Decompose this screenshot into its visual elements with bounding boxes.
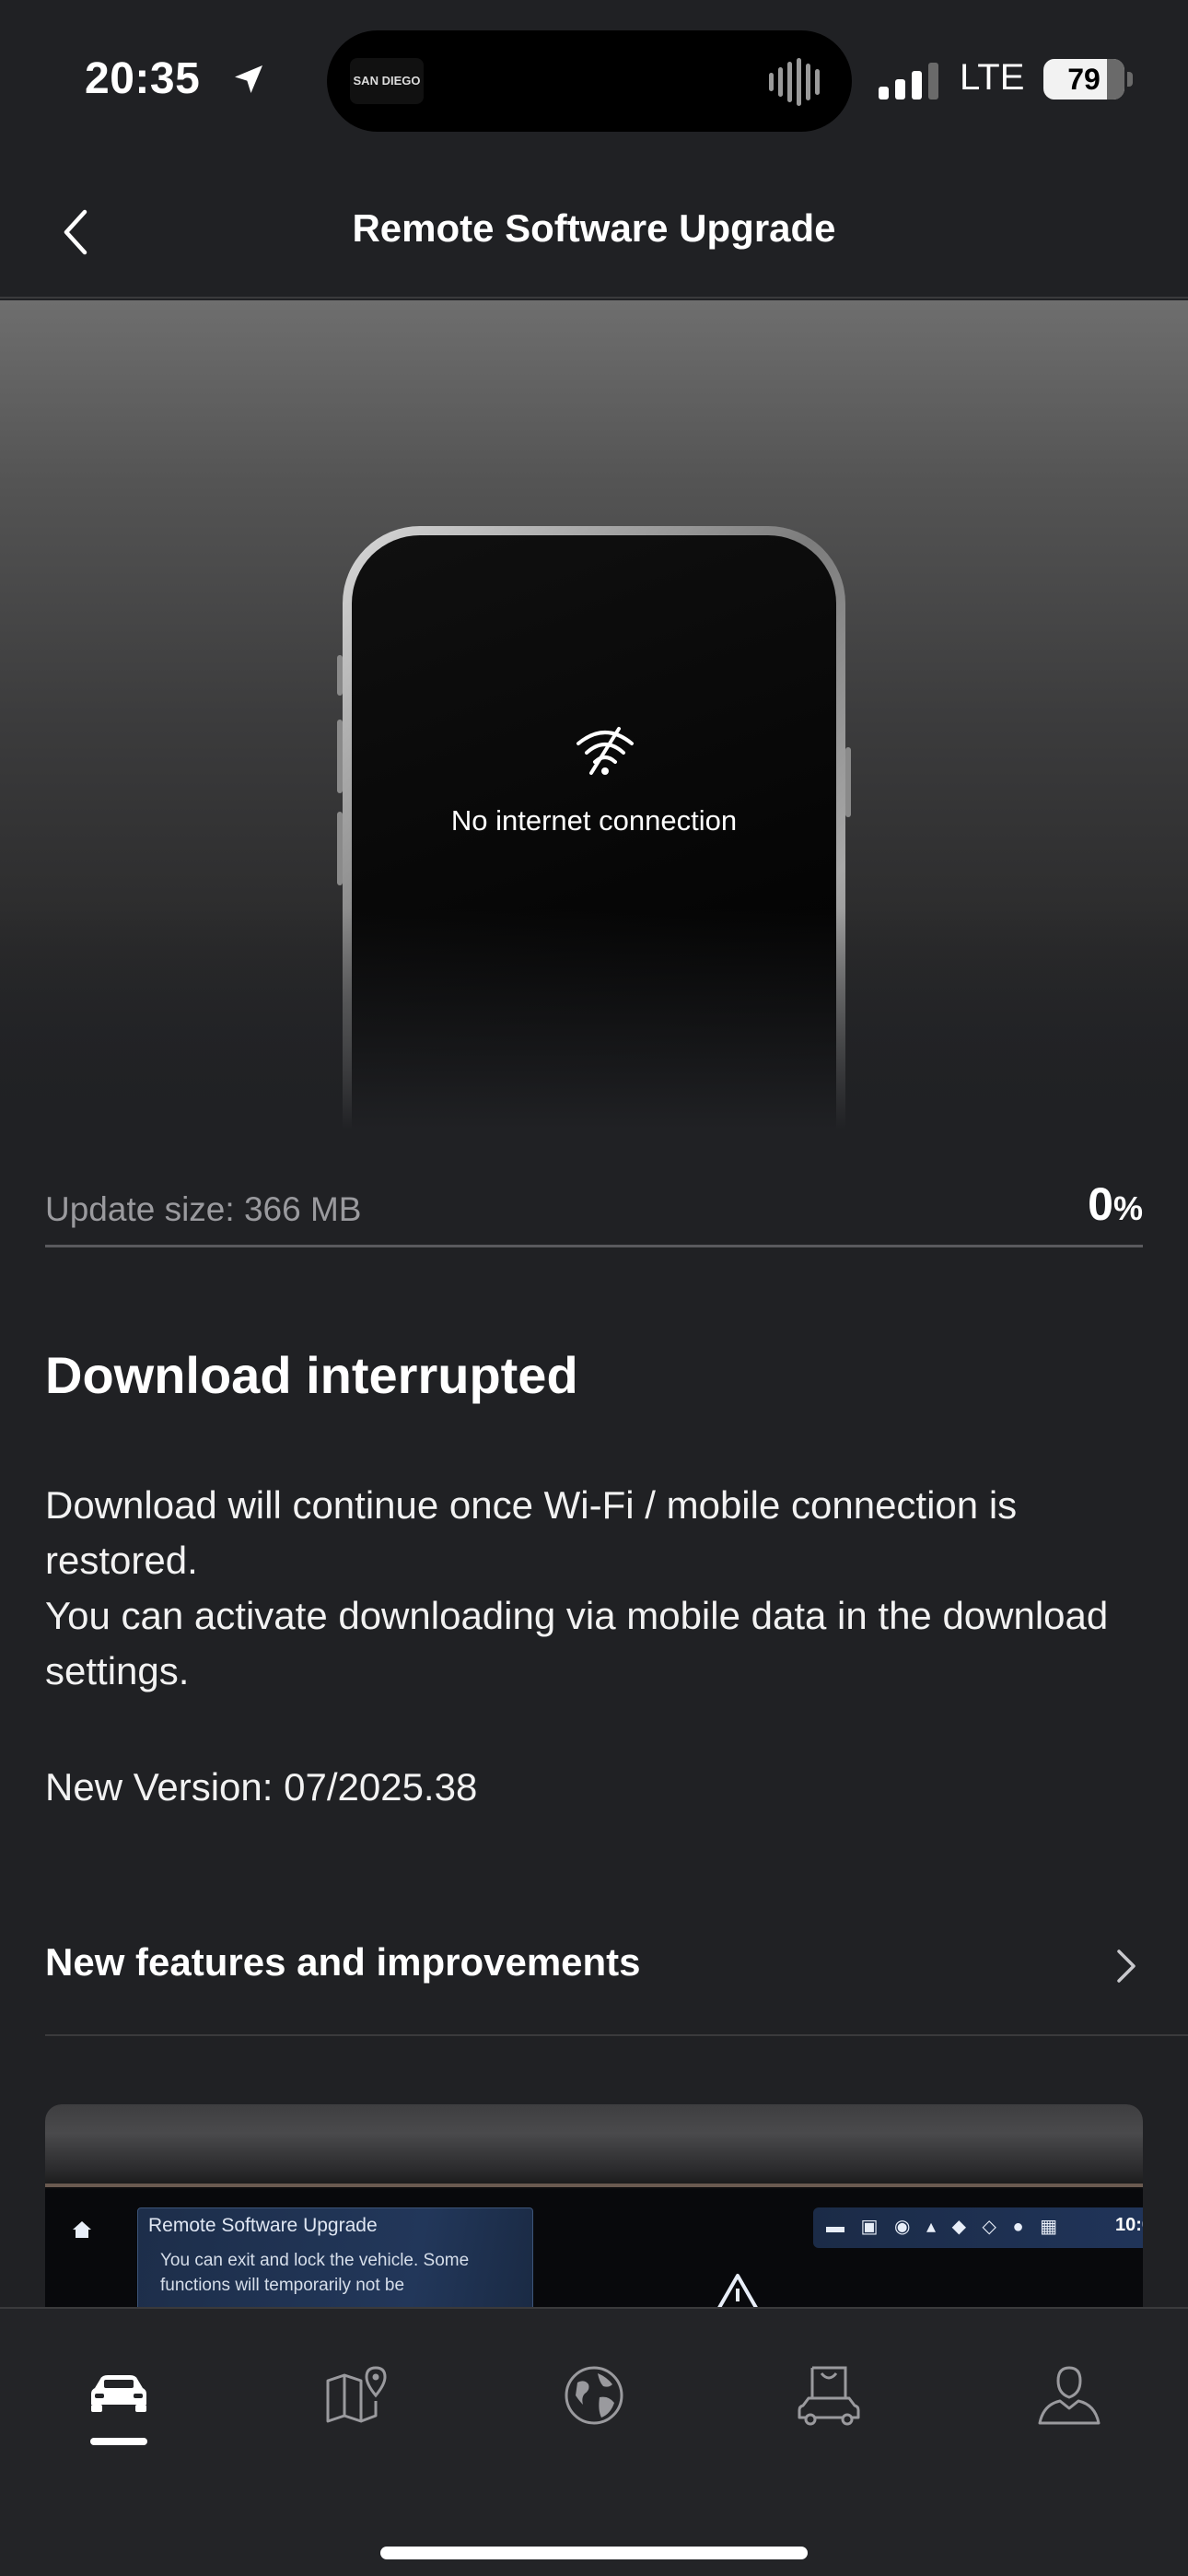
- new-features-link[interactable]: New features and improvements: [45, 1931, 1143, 2005]
- car-status-icons: ▬ ▣ ◉ ▴ ◆ ◇ ● ▦: [826, 2217, 1064, 2237]
- home-indicator[interactable]: [380, 2547, 808, 2559]
- no-wifi-icon: [577, 727, 634, 775]
- location-arrow-icon: [235, 65, 262, 93]
- status-time: 20:35: [85, 54, 201, 103]
- navigation-bar: Remote Software Upgrade: [0, 166, 1188, 299]
- progress-percent-sign: %: [1112, 1189, 1143, 1227]
- update-size-label: Update size: 366 MB: [45, 1190, 362, 1228]
- person-icon: [1038, 2366, 1101, 2425]
- phone-power-button: [845, 747, 851, 817]
- new-version-label: New Version: 07/2025.38: [45, 1765, 478, 1809]
- globe-icon: [565, 2366, 623, 2425]
- page-title: Remote Software Upgrade: [352, 206, 836, 250]
- car-display-preview-image[interactable]: Remote Software Upgrade You can exit and…: [45, 2104, 1143, 2307]
- hero-illustration: No internet connection: [0, 300, 1188, 1130]
- dashboard-texture: [45, 2104, 1143, 2187]
- chevron-right-icon: [1117, 1950, 1136, 1983]
- phone-side-button: [337, 812, 343, 885]
- section-divider: [45, 2034, 1188, 2036]
- phone-side-button: [337, 655, 343, 696]
- status-description-line: You can activate downloading via mobile …: [45, 1594, 1109, 1692]
- home-icon: [73, 2221, 91, 2238]
- dynamic-island[interactable]: SAN DIEGO: [327, 30, 852, 132]
- cellular-signal-icon: [879, 63, 938, 100]
- network-type: LTE: [960, 57, 1025, 98]
- audio-waveform-icon: [769, 58, 820, 106]
- tab-bar: [0, 2307, 1188, 2576]
- app-screen: 20:35 SAN DIEGO LTE 79 Remote Software U…: [0, 0, 1188, 2576]
- progress-percent: 0%: [1088, 1177, 1143, 1231]
- status-description: Download will continue once Wi-Fi / mobi…: [45, 1478, 1143, 1699]
- car-panel-title: Remote Software Upgrade: [148, 2215, 378, 2236]
- progress-percent-value: 0: [1088, 1178, 1113, 1230]
- tab-profile[interactable]: [1023, 2349, 1115, 2441]
- battery-tip: [1127, 72, 1133, 87]
- progress-bar: [45, 1245, 1143, 1247]
- car-display-screen: Remote Software Upgrade You can exit and…: [45, 2189, 1143, 2307]
- phone-status-message: No internet connection: [450, 804, 738, 837]
- car-icon: [91, 2375, 146, 2412]
- tab-explore[interactable]: [548, 2349, 640, 2441]
- status-heading: Download interrupted: [45, 1346, 578, 1404]
- car-panel-text: You can exit and lock the vehicle. Some …: [160, 2251, 470, 2295]
- status-bar: 20:35 SAN DIEGO LTE 79: [0, 0, 1188, 166]
- tab-vehicle[interactable]: [73, 2349, 165, 2441]
- battery-empty-portion: [1107, 59, 1124, 100]
- tab-map[interactable]: [311, 2349, 403, 2441]
- tab-shop[interactable]: [783, 2349, 875, 2441]
- warning-triangle-icon: [717, 2274, 758, 2307]
- car-clock: 10:0: [1115, 2215, 1143, 2235]
- selected-tab-indicator: [90, 2438, 147, 2445]
- now-playing-artwork: SAN DIEGO: [350, 58, 424, 104]
- phone-side-button: [337, 720, 343, 793]
- status-description-line: Download will continue once Wi-Fi / mobi…: [45, 1483, 1018, 1582]
- hero-fade: [0, 908, 1188, 1130]
- shop-car-icon: [798, 2366, 860, 2426]
- map-pin-icon: [326, 2366, 387, 2423]
- new-features-label: New features and improvements: [45, 1940, 641, 1984]
